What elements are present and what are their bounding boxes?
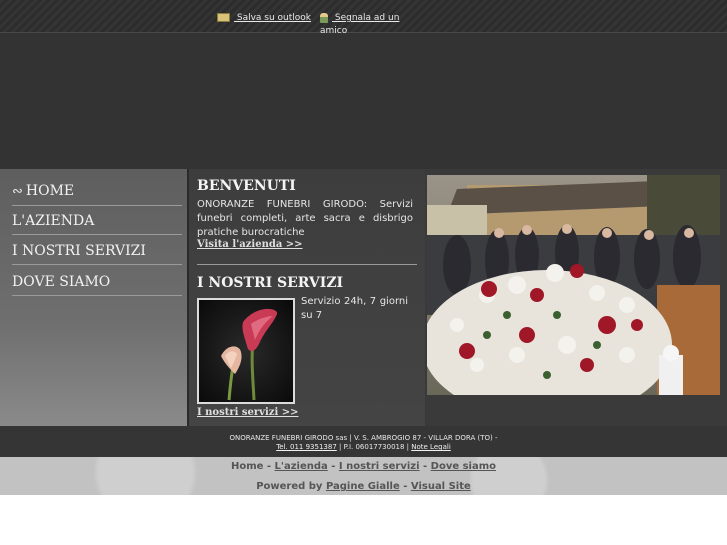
nav-item-dove-siamo[interactable]: DOVE SIAMO xyxy=(12,273,182,296)
nav-item-servizi[interactable]: I NOSTRI SERVIZI xyxy=(12,242,182,265)
vcard-icon xyxy=(217,13,230,22)
pagine-gialle-link[interactable]: Pagine Gialle xyxy=(326,481,400,492)
header-banner xyxy=(0,33,727,169)
calla-lily-image xyxy=(197,298,295,404)
footer-contact-line: Tel. 011 9351387 | P.I. 06017730018 | No… xyxy=(0,443,727,451)
welcome-title: BENVENUTI xyxy=(197,178,296,194)
nav-item-home[interactable]: ∾ HOME xyxy=(12,182,182,206)
calla-lily-graphic xyxy=(199,300,293,402)
footer-nav-separator: - xyxy=(419,461,431,472)
save-outlook-link[interactable]: Salva su outlook xyxy=(217,12,311,25)
nav-item-label: I NOSTRI SERVIZI xyxy=(12,243,146,259)
sidebar xyxy=(0,169,187,426)
footer-nav-separator: - xyxy=(263,461,275,472)
save-outlook-label: Salva su outlook xyxy=(234,13,312,23)
nav-item-azienda[interactable]: L'AZIENDA xyxy=(12,212,182,235)
powered-by: Powered by Pagine Gialle - Visual Site xyxy=(0,481,727,492)
nav-item-label: DOVE SIAMO xyxy=(12,274,111,290)
services-link[interactable]: I nostri servizi >> xyxy=(197,407,298,418)
phone-link[interactable]: Tel. 011 9351387 xyxy=(276,443,337,451)
services-text: Servizio 24h, 7 giorni su 7 xyxy=(301,296,408,321)
footer-nav-separator: - xyxy=(327,461,339,472)
legal-notes-link[interactable]: Note Legali xyxy=(411,443,451,451)
visit-company-link[interactable]: Visita l'azienda >> xyxy=(197,239,303,250)
powered-by-label: Powered by xyxy=(256,481,326,492)
section-divider xyxy=(197,264,417,265)
footer-company-line: ONORANZE FUNEBRI GIRODO sas | V. S. AMBR… xyxy=(229,434,498,442)
nav-item-label: L'AZIENDA xyxy=(12,213,95,229)
footer-nav-home[interactable]: Home xyxy=(231,461,263,472)
nav-item-label: HOME xyxy=(25,183,75,199)
footer-nav-azienda[interactable]: L'azienda xyxy=(275,461,328,472)
footer-nav-dove-siamo[interactable]: Dove siamo xyxy=(431,461,496,472)
swirl-icon: ∾ xyxy=(12,184,23,199)
footer-nav-servizi[interactable]: I nostri servizi xyxy=(339,461,420,472)
welcome-text: ONORANZE FUNEBRI GIRODO: Servizi funebri… xyxy=(197,199,413,238)
person-icon xyxy=(320,12,328,23)
funeral-flowers-photo xyxy=(427,175,720,395)
services-title: I NOSTRI SERVIZI xyxy=(197,275,344,291)
funeral-photo-graphic xyxy=(427,175,720,395)
footer-nav: Home - L'azienda - I nostri servizi - Do… xyxy=(0,461,727,472)
footer-nav-separator: - xyxy=(399,481,411,492)
visual-site-link[interactable]: Visual Site xyxy=(411,481,471,492)
vat-text: | P.I. 06017730018 | xyxy=(336,443,412,451)
page: Salva su outlook Segnala ad un amico ∾ HO… xyxy=(0,0,727,545)
